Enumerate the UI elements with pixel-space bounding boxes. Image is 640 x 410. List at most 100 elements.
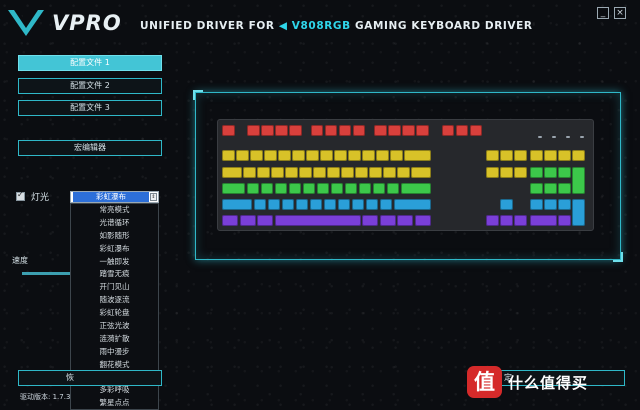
keyboard-key: [374, 125, 387, 136]
keyboard-key: [253, 199, 267, 210]
keyboard-key: [369, 167, 382, 178]
mode-option[interactable]: 正弦光波: [71, 320, 158, 333]
checkbox-checked-icon[interactable]: [16, 190, 25, 201]
mode-option[interactable]: 繁星点点: [71, 397, 158, 410]
mode-option[interactable]: 彩虹轮盘: [71, 307, 158, 320]
profile-3-button[interactable]: 配置文件 3: [18, 100, 162, 116]
keyboard-key: [261, 125, 274, 136]
profile-2-button[interactable]: 配置文件 2: [18, 78, 162, 94]
keyboard-key: [572, 167, 585, 194]
keyboard-key: [376, 150, 389, 161]
keyboard-key: [289, 125, 302, 136]
keyboard-key: [246, 183, 260, 194]
mode-option[interactable]: 开门见山: [71, 281, 158, 294]
keyboard-key: [530, 199, 543, 210]
keyboard-key: [239, 215, 256, 226]
keyboard-key: [288, 183, 302, 194]
keyboard-key: [379, 199, 393, 210]
restore-button[interactable]: 恢: [18, 370, 162, 386]
keyboard-key: [302, 183, 316, 194]
mode-option[interactable]: 雨中漫步: [71, 346, 158, 359]
title-prefix: UNIFIED DRIVER FOR: [140, 20, 275, 32]
keyboard-key: [271, 167, 284, 178]
title-suffix: GAMING KEYBOARD DRIVER: [355, 20, 533, 32]
keyboard-key: [330, 183, 344, 194]
minimize-button[interactable]: _: [597, 7, 609, 19]
mode-option[interactable]: 踏雪无痕: [71, 268, 158, 281]
keyboard-key: [411, 167, 431, 178]
keyboard-key: [572, 199, 585, 226]
keyboard-key: [486, 215, 499, 226]
keyboard-key: [222, 199, 253, 210]
keyboard-key: [379, 215, 396, 226]
keyboard-key: [295, 199, 309, 210]
model-arrow-icon: ◀: [278, 20, 288, 32]
keyboard-key: [222, 150, 235, 161]
keyboard-key: [414, 215, 431, 226]
keyboard-key: [247, 125, 260, 136]
mode-option[interactable]: 涟漪扩散: [71, 333, 158, 346]
keyboard-key: [558, 183, 571, 194]
keyboard-key: [250, 150, 263, 161]
keyboard-key: [310, 125, 324, 136]
mode-option[interactable]: 光谱循环: [71, 217, 158, 230]
keyboard-key: [344, 183, 358, 194]
keyboard-key: [558, 150, 571, 161]
keyboard-key: [327, 167, 340, 178]
keyboard-key: [558, 167, 571, 178]
keyboard-key: [383, 167, 396, 178]
dropdown-arrow-icon[interactable]: ⇕: [150, 193, 157, 201]
keyboard-key: [257, 167, 270, 178]
keyboard-key: [309, 199, 323, 210]
keyboard-key: [278, 150, 291, 161]
mode-option[interactable]: 彩虹瀑布: [71, 243, 158, 256]
keyboard-key: [402, 125, 415, 136]
keyboard-key: [514, 167, 527, 178]
keyboard-key: [390, 150, 403, 161]
keyboard-key: [500, 215, 513, 226]
keyboard-key: [358, 183, 372, 194]
keyboard-key: [222, 125, 235, 136]
keyboard-key: [544, 183, 557, 194]
mode-option[interactable]: 如影随形: [71, 230, 158, 243]
keyboard-key: [397, 215, 414, 226]
keyboard-key: [222, 167, 242, 178]
keyboard-key: [400, 183, 431, 194]
mode-option[interactable]: 一触即发: [71, 256, 158, 269]
keyboard-key: [264, 150, 277, 161]
keyboard-key: [352, 125, 366, 136]
mode-option[interactable]: 多彩呼吸: [71, 384, 158, 397]
close-button[interactable]: ×: [614, 7, 626, 19]
keyboard-key: [544, 199, 557, 210]
keyboard-key: [274, 183, 288, 194]
profile-1-button[interactable]: 配置文件 1: [18, 55, 162, 71]
keyboard-key: [362, 215, 379, 226]
keyboard-key: [365, 199, 379, 210]
keyboard-key: [558, 199, 571, 210]
keyboard-key: [299, 167, 312, 178]
keyboard-key: [274, 215, 361, 226]
indicator-led: [552, 136, 556, 138]
indicator-led: [580, 136, 584, 138]
speed-slider[interactable]: [22, 272, 72, 275]
lighting-mode-select[interactable]: 彩虹瀑布 ⇕: [70, 191, 159, 203]
macro-editor-button[interactable]: 宏编辑器: [18, 140, 162, 156]
keyboard-key: [236, 150, 249, 161]
keyboard-key: [362, 150, 375, 161]
mode-option[interactable]: 随波逐流: [71, 294, 158, 307]
keyboard-key: [316, 183, 330, 194]
vpro-logo-icon: [8, 10, 44, 36]
keyboard-key: [372, 183, 386, 194]
keyboard-key: [558, 215, 571, 226]
keyboard-preview: [217, 119, 594, 231]
keyboard-key: [486, 150, 499, 161]
keyboard-key: [416, 125, 429, 136]
keyboard-key: [455, 125, 469, 136]
keyboard-key: [320, 150, 333, 161]
mode-option[interactable]: 常亮模式: [71, 204, 158, 217]
keyboard-key: [267, 199, 281, 210]
light-toggle-label: 灯光: [31, 193, 50, 203]
keyboard-key: [351, 199, 365, 210]
keyboard-key: [275, 125, 288, 136]
keyboard-key: [285, 167, 298, 178]
